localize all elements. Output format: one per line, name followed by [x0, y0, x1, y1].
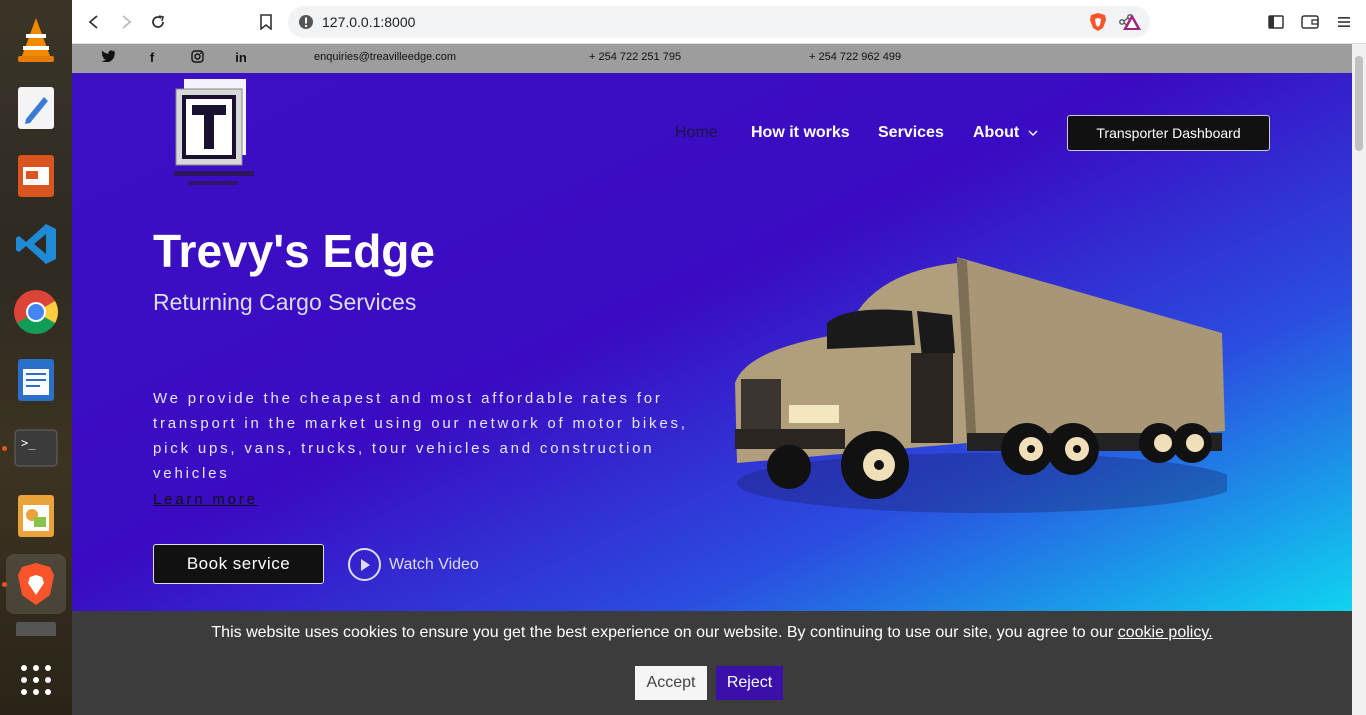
brave-icon[interactable] — [6, 554, 66, 614]
dock: >_ — [0, 0, 72, 715]
hero-section: Home How it works Services About Transpo… — [72, 73, 1352, 611]
vlc-icon[interactable] — [6, 10, 66, 70]
forward-icon[interactable] — [116, 12, 136, 32]
nav-home[interactable]: Home — [675, 124, 718, 142]
draw-icon[interactable] — [6, 486, 66, 546]
contact-phone-1[interactable]: + 254 722 251 795 — [589, 51, 681, 63]
cookie-policy-link[interactable]: cookie policy. — [1118, 624, 1213, 641]
address-bar[interactable]: 127.0.0.1:8000 — [288, 6, 1150, 38]
site-info-icon[interactable] — [298, 14, 314, 35]
hero-description: We provide the cheapest and most afforda… — [153, 390, 688, 482]
brave-rewards-icon[interactable] — [1122, 12, 1142, 32]
hero-title: Trevy's Edge — [153, 225, 435, 277]
terminal-icon[interactable]: >_ — [6, 418, 66, 478]
book-service-button[interactable]: Book service — [153, 544, 324, 584]
scrollbar-thumb[interactable] — [1355, 56, 1363, 151]
dock-partial-icon[interactable] — [6, 622, 66, 636]
bookmark-icon[interactable] — [256, 12, 276, 32]
facebook-icon[interactable]: f — [144, 50, 160, 66]
contact-phone-2[interactable]: + 254 722 962 499 — [809, 51, 901, 63]
wallet-icon[interactable] — [1300, 12, 1320, 32]
transporter-dashboard-button[interactable]: Transporter Dashboard — [1067, 115, 1270, 151]
nav-how-it-works[interactable]: How it works — [751, 124, 850, 142]
text-editor-icon[interactable] — [6, 78, 66, 138]
contact-email[interactable]: enquiries@treavilleedge.com — [314, 51, 456, 63]
browser-toolbar: 127.0.0.1:8000 — [72, 0, 1366, 44]
url-text[interactable]: 127.0.0.1:8000 — [322, 14, 415, 30]
dock-running-indicator-brave — [2, 582, 7, 587]
back-icon[interactable] — [84, 12, 104, 32]
writer-icon[interactable] — [6, 350, 66, 410]
truck-illustration — [735, 257, 1227, 513]
site-logo[interactable] — [170, 79, 256, 191]
accept-cookies-button[interactable]: Accept — [635, 666, 707, 700]
cookie-banner: This website uses cookies to ensure you … — [72, 611, 1352, 715]
chevron-down-icon — [1028, 124, 1038, 142]
reload-icon[interactable] — [148, 12, 168, 32]
watch-video-label: Watch Video — [389, 555, 479, 573]
linkedin-icon[interactable]: in — [233, 50, 249, 66]
app-grid-icon[interactable] — [6, 650, 66, 710]
play-icon — [348, 548, 381, 581]
web-page: f in enquiries@treavilleedge.com + 254 7… — [72, 44, 1352, 715]
instagram-icon[interactable] — [189, 50, 205, 66]
chrome-icon[interactable] — [6, 282, 66, 342]
dock-running-indicator — [2, 446, 7, 451]
menu-icon[interactable] — [1334, 12, 1354, 32]
page-scrollbar[interactable] — [1352, 44, 1366, 715]
contact-topbar: f in enquiries@treavilleedge.com + 254 7… — [72, 44, 1352, 73]
svg-text:>_: >_ — [21, 436, 36, 450]
learn-more-link[interactable]: Learn more — [153, 491, 258, 508]
watch-video-button[interactable]: Watch Video — [348, 548, 479, 581]
hero-subtitle: Returning Cargo Services — [153, 289, 417, 315]
cookie-text: This website uses cookies to ensure you … — [211, 624, 1114, 641]
nav-about[interactable]: About — [973, 124, 1038, 142]
vscode-icon[interactable] — [6, 214, 66, 274]
twitter-icon[interactable] — [100, 50, 116, 66]
cookie-message: This website uses cookies to ensure you … — [72, 624, 1352, 642]
sidebar-toggle-icon[interactable] — [1266, 12, 1286, 32]
brave-shields-icon[interactable] — [1088, 12, 1108, 32]
impress-icon[interactable] — [6, 146, 66, 206]
reject-cookies-button[interactable]: Reject — [716, 666, 783, 700]
nav-services[interactable]: Services — [878, 124, 944, 142]
nav-about-label: About — [973, 124, 1020, 141]
